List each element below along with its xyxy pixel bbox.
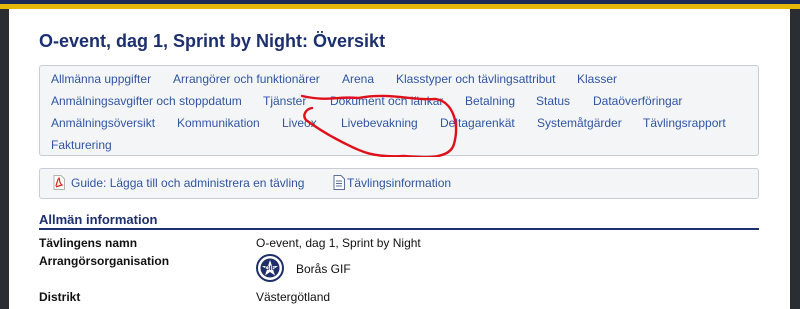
- content-panel: O-event, dag 1, Sprint by Night: Översik…: [9, 9, 790, 309]
- nav-link-klasser[interactable]: Klasser: [577, 72, 617, 86]
- nav-link-tavlingsrapport[interactable]: Tävlingsrapport: [643, 116, 726, 130]
- nav-link-status[interactable]: Status: [536, 94, 570, 108]
- nav-link-anmalningsavgifter[interactable]: Anmälningsavgifter och stoppdatum: [51, 94, 242, 108]
- nav-link-arena[interactable]: Arena: [342, 72, 374, 86]
- nav-link-deltagarenkat[interactable]: Deltagarenkät: [440, 116, 515, 130]
- nav-link-systematgarder[interactable]: Systemåtgärder: [537, 116, 622, 130]
- organizer-label: Arrangörsorganisation: [39, 254, 170, 268]
- nav-link-betalning[interactable]: Betalning: [465, 94, 515, 108]
- nav-link-liveox[interactable]: Liveox: [282, 116, 317, 130]
- nav-link-livebevakning[interactable]: Livebevakning: [341, 116, 418, 130]
- club-logo: GIF: [256, 254, 284, 282]
- nav-link-fakturering[interactable]: Fakturering: [51, 138, 112, 152]
- competition-name-value: O-event, dag 1, Sprint by Night: [256, 236, 421, 250]
- organizer-value: Borås GIF: [296, 262, 351, 276]
- nav-link-dataoverforingar[interactable]: Dataöverföringar: [593, 94, 682, 108]
- nav-link-anmalningsoversikt[interactable]: Anmälningsöversikt: [51, 116, 155, 130]
- club-logo-text: GIF: [265, 266, 275, 272]
- nav-link-arrangorer[interactable]: Arrangörer och funktionärer: [173, 72, 320, 86]
- district-label: Distrikt: [39, 290, 81, 304]
- nav-link-klasstyper[interactable]: Klasstyper och tävlingsattribut: [396, 72, 555, 86]
- nav-link-tjanster[interactable]: Tjänster: [263, 94, 306, 108]
- pdf-icon: [53, 175, 65, 190]
- document-icon: [333, 175, 345, 190]
- guide-link[interactable]: Guide: Lägga till och administrera en tä…: [71, 176, 304, 190]
- nav-link-allmanna-uppgifter[interactable]: Allmänna uppgifter: [51, 72, 151, 86]
- section-divider: [39, 228, 759, 230]
- quick-links-bar: Guide: Lägga till och administrera en tä…: [39, 168, 759, 199]
- district-value: Västergötland: [256, 290, 331, 304]
- nav-link-dokument[interactable]: Dokument och länkar: [330, 94, 443, 108]
- nav-link-kommunikation[interactable]: Kommunikation: [177, 116, 260, 130]
- event-navigation-menu: Allmänna uppgifter Arrangörer och funkti…: [39, 65, 759, 157]
- page-title: O-event, dag 1, Sprint by Night: Översik…: [39, 31, 386, 51]
- section-heading: Allmän information: [39, 212, 158, 227]
- competition-info-link[interactable]: Tävlingsinformation: [347, 176, 451, 190]
- competition-name-label: Tävlingens namn: [39, 236, 138, 250]
